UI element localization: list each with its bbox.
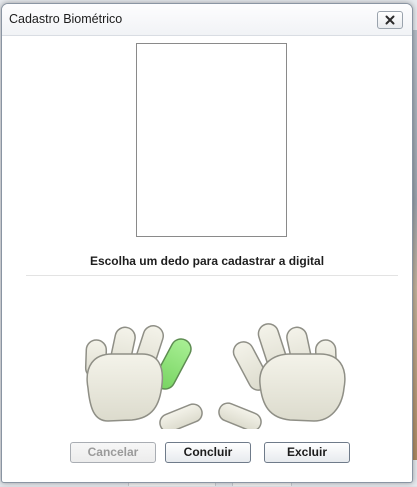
close-icon <box>385 15 395 25</box>
cancel-button[interactable]: Cancelar <box>70 442 156 463</box>
dialog-content: Escolha um dedo para cadastrar a digital <box>8 36 406 478</box>
hands-finger-selector <box>84 323 346 429</box>
close-button[interactable] <box>377 11 403 29</box>
biometric-dialog: Cadastro Biométrico Escolha um dedo para… <box>1 3 413 483</box>
left-palm <box>86 353 164 422</box>
delete-button[interactable]: Excluir <box>264 442 350 463</box>
right-thumb[interactable] <box>216 400 264 429</box>
title-bar: Cadastro Biométrico <box>2 4 412 36</box>
left-hand <box>84 325 205 429</box>
right-palm <box>259 353 346 422</box>
conclude-button[interactable]: Concluir <box>165 442 251 463</box>
instruction-text: Escolha um dedo para cadastrar a digital <box>89 254 325 268</box>
right-hand <box>216 323 346 429</box>
window-title: Cadastro Biométrico <box>9 12 123 26</box>
left-thumb[interactable] <box>157 401 205 429</box>
separator <box>26 275 398 276</box>
fingerprint-preview <box>136 43 287 237</box>
